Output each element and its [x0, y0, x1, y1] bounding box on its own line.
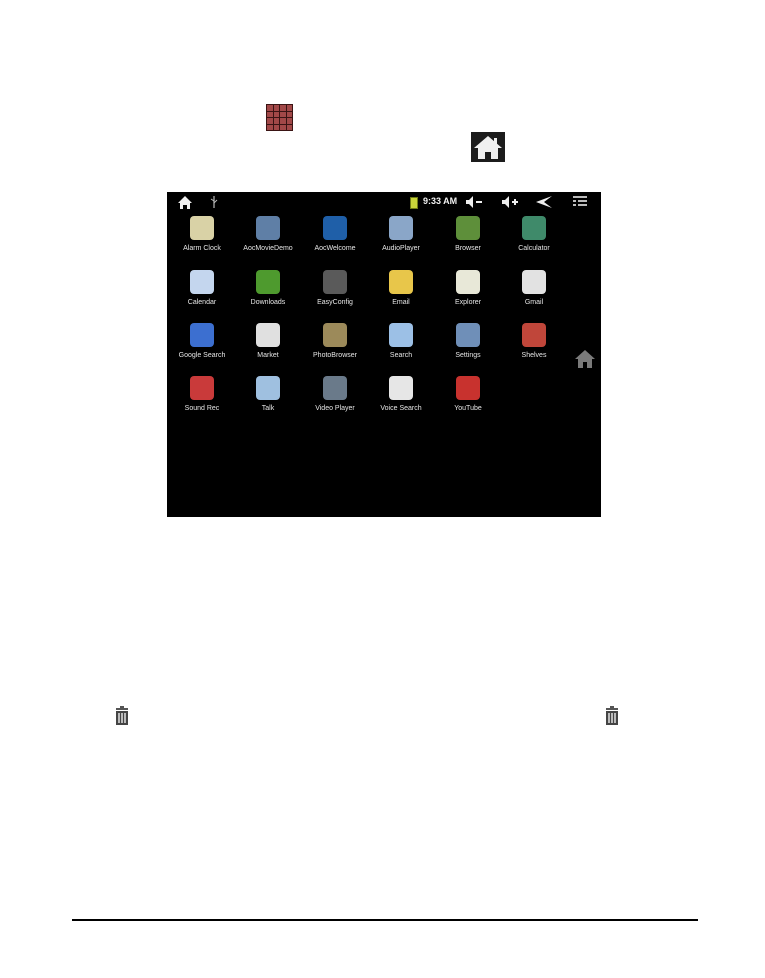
app-youtube[interactable]: YouTube	[433, 376, 503, 412]
config-icon	[323, 270, 347, 294]
app-label: Talk	[261, 405, 275, 412]
app-calculator[interactable]: Calculator	[499, 216, 569, 252]
battery-icon	[410, 197, 418, 209]
app-label: YouTube	[454, 405, 482, 412]
app-shelves[interactable]: Shelves	[499, 323, 569, 359]
app-easyconfig[interactable]: EasyConfig	[300, 270, 370, 306]
app-audioplayer[interactable]: AudioPlayer	[366, 216, 436, 252]
audio-icon	[389, 216, 413, 240]
youtube-icon	[456, 376, 480, 400]
app-label: Market	[257, 352, 279, 359]
talk-bubble-icon	[256, 376, 280, 400]
magnifier-icon	[389, 323, 413, 347]
app-label: Video Player	[315, 405, 355, 412]
books-icon	[522, 323, 546, 347]
app-video-player[interactable]: Video Player	[300, 376, 370, 412]
app-google-search[interactable]: Google Search	[167, 323, 237, 359]
app-label: Google Search	[178, 352, 226, 359]
app-talk[interactable]: Talk	[233, 376, 303, 412]
app-search[interactable]: Search	[366, 323, 436, 359]
app-label: Shelves	[521, 352, 547, 359]
menu-icon[interactable]	[572, 195, 588, 209]
tablet-screenshot: 9:33 AM Alarm Clock AocMovieDemo AocWelcom…	[167, 192, 601, 517]
app-label: Sound Rec	[184, 405, 220, 412]
status-time: 9:33 AM	[423, 196, 458, 206]
app-label: PhotoBrowser	[313, 352, 357, 359]
app-aocmoviedemo[interactable]: AocMovieDemo	[233, 216, 303, 252]
google-icon	[190, 323, 214, 347]
home-icon[interactable]	[177, 195, 193, 210]
app-email[interactable]: Email	[366, 270, 436, 306]
camera-icon	[323, 323, 347, 347]
home-icon	[471, 132, 505, 162]
microphone-red-icon	[190, 376, 214, 400]
market-bag-icon	[256, 323, 280, 347]
movie-icon	[256, 216, 280, 240]
folder-icon	[456, 270, 480, 294]
app-label: Email	[392, 299, 410, 306]
app-label: Alarm Clock	[183, 245, 221, 252]
app-aocwelcome[interactable]: AocWelcome	[300, 216, 370, 252]
app-settings[interactable]: Settings	[433, 323, 503, 359]
trash-icon	[111, 705, 133, 727]
app-explorer[interactable]: Explorer	[433, 270, 503, 306]
app-label: Settings	[455, 352, 481, 359]
envelope-icon	[389, 270, 413, 294]
home-icon	[575, 350, 595, 368]
volume-down-icon[interactable]	[465, 195, 483, 209]
app-label: AocWelcome	[314, 245, 356, 252]
app-label: Search	[389, 352, 413, 359]
microphone-icon	[389, 376, 413, 400]
app-label: Downloads	[250, 299, 286, 306]
app-label: AocMovieDemo	[243, 245, 293, 252]
app-label: Calculator	[518, 245, 550, 252]
app-label: Explorer	[454, 299, 482, 306]
app-calendar[interactable]: Calendar	[167, 270, 237, 306]
calculator-icon	[522, 216, 546, 240]
app-label: EasyConfig	[317, 299, 353, 306]
app-voice-search[interactable]: Voice Search	[366, 376, 436, 412]
gmail-icon	[522, 270, 546, 294]
trash-icon	[601, 705, 623, 727]
app-browser[interactable]: Browser	[433, 216, 503, 252]
globe-icon	[456, 216, 480, 240]
app-alarm-clock[interactable]: Alarm Clock	[167, 216, 237, 252]
back-icon[interactable]	[535, 195, 553, 209]
app-label: Browser	[455, 245, 481, 252]
aoc-logo-icon	[323, 216, 347, 240]
app-label: Voice Search	[380, 405, 422, 412]
app-market[interactable]: Market	[233, 323, 303, 359]
calendar-icon	[190, 270, 214, 294]
app-label: AudioPlayer	[382, 245, 420, 252]
download-icon	[256, 270, 280, 294]
volume-up-icon[interactable]	[501, 195, 519, 209]
usb-icon	[210, 196, 218, 208]
app-photobrowser[interactable]: PhotoBrowser	[300, 323, 370, 359]
gears-icon	[456, 323, 480, 347]
alarm-clock-icon	[190, 216, 214, 240]
status-bar: 9:33 AM	[167, 192, 601, 214]
app-label: Calendar	[187, 299, 217, 306]
app-label: Gmail	[524, 299, 544, 306]
video-reel-icon	[323, 376, 347, 400]
app-downloads[interactable]: Downloads	[233, 270, 303, 306]
all-apps-grid-icon	[266, 104, 293, 131]
footer-rule	[72, 919, 698, 921]
app-sound-rec[interactable]: Sound Rec	[167, 376, 237, 412]
app-gmail[interactable]: Gmail	[499, 270, 569, 306]
